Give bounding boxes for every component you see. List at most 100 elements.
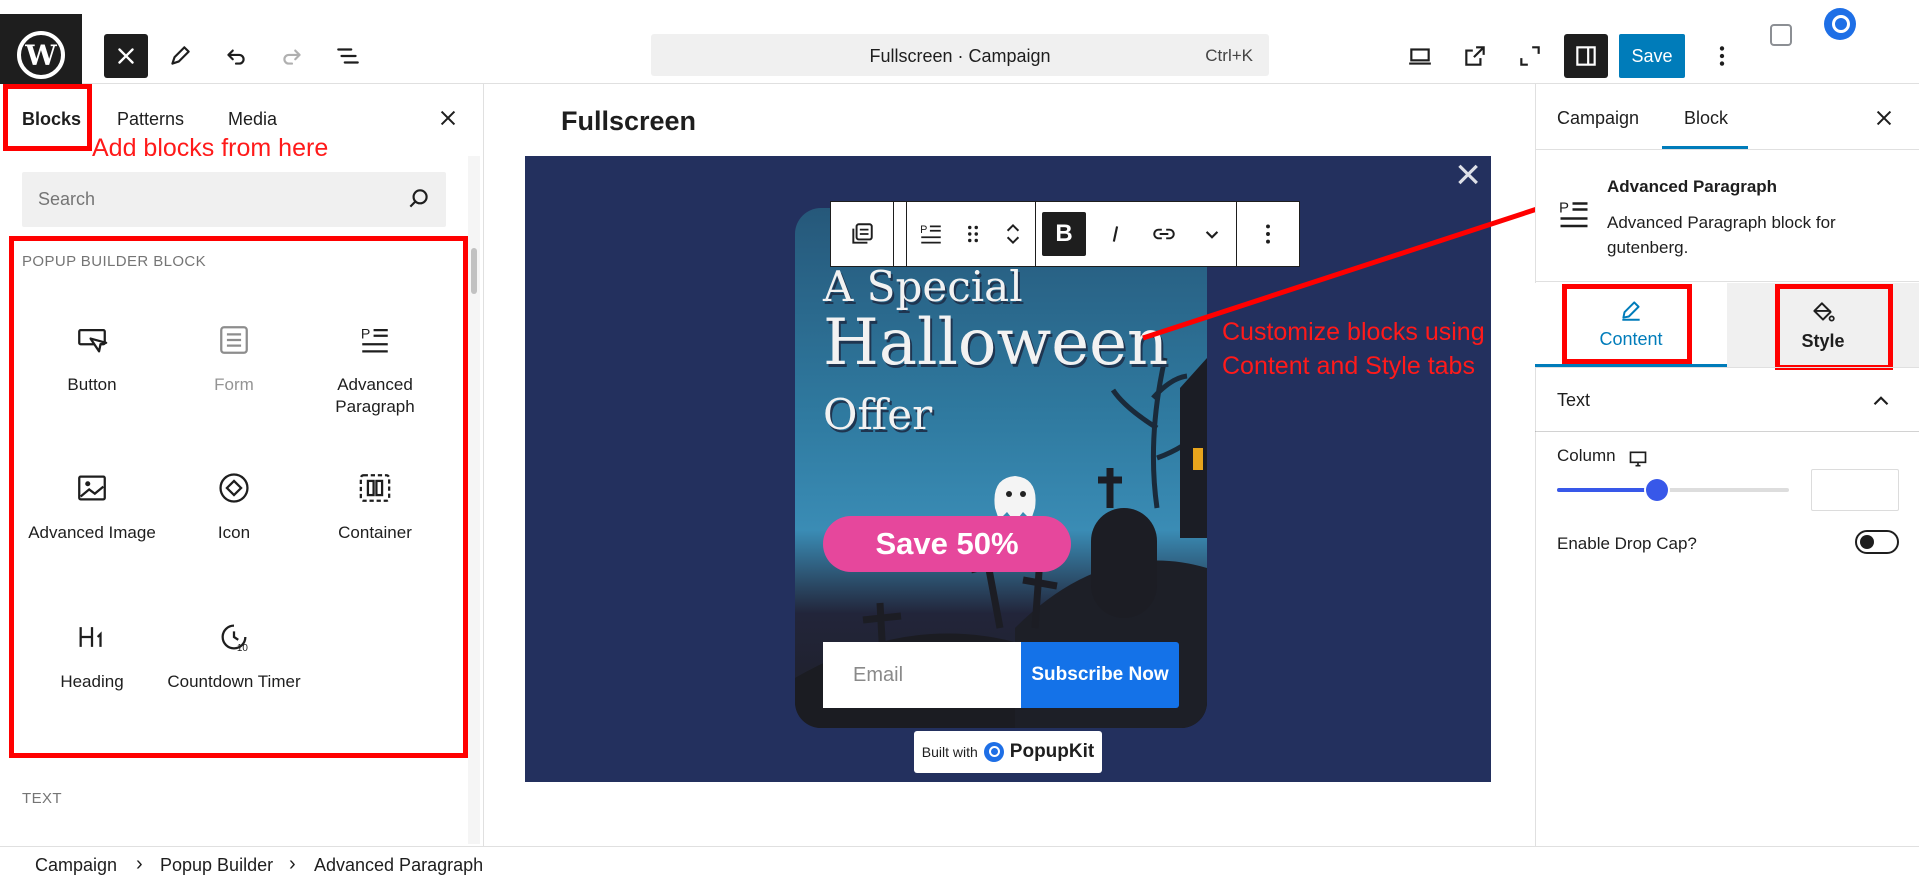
drag-handle[interactable] (955, 202, 991, 266)
parent-block-button[interactable] (831, 202, 893, 266)
breadcrumb-item-campaign[interactable]: Campaign (35, 855, 117, 876)
breadcrumb-item-popup-builder[interactable]: Popup Builder (160, 855, 273, 876)
italic-button[interactable] (1092, 202, 1140, 266)
preview-device-button[interactable] (1398, 34, 1442, 78)
editor-top-bar: W Fullscreen · Campaign Ctrl+K Save (0, 0, 1919, 96)
toggle-knob (1860, 535, 1874, 549)
command-palette-bar[interactable]: Fullscreen · Campaign Ctrl+K (651, 34, 1269, 76)
redo-button[interactable] (270, 34, 314, 78)
email-field[interactable] (823, 642, 1021, 708)
tab-campaign[interactable]: Campaign (1557, 108, 1639, 129)
sidebar-icon (1576, 46, 1596, 66)
inserter-scrollbar[interactable] (468, 156, 480, 844)
drag-handle-icon (968, 225, 978, 243)
document-overview-button[interactable] (326, 34, 370, 78)
tab-blocks[interactable]: Blocks (22, 109, 81, 130)
link-button[interactable] (1140, 202, 1188, 266)
undo-button[interactable] (214, 34, 258, 78)
slider-handle[interactable] (1645, 479, 1668, 501)
block-item-heading[interactable]: Heading (22, 617, 162, 693)
tab-patterns[interactable]: Patterns (117, 109, 184, 130)
block-search[interactable] (22, 172, 446, 227)
search-icon (409, 189, 428, 208)
popup-heading-line1[interactable]: A Special (823, 262, 1023, 311)
block-label: Button (67, 375, 117, 394)
block-item-advanced-paragraph[interactable]: P Advanced Paragraph (305, 320, 445, 418)
panel-title-text[interactable]: Text (1557, 390, 1590, 411)
chevron-up-icon[interactable] (1868, 388, 1894, 414)
block-item-button[interactable]: Button (22, 320, 162, 396)
close-icon (440, 110, 456, 126)
svg-text:P: P (361, 327, 370, 343)
save-button[interactable]: Save (1619, 34, 1685, 78)
column-slider[interactable] (1557, 479, 1789, 501)
breadcrumb: Campaign › Popup Builder › Advanced Para… (0, 846, 1919, 881)
svg-text:P: P (1559, 200, 1569, 217)
popup-heading-line3[interactable]: Offer (823, 390, 932, 439)
annotation-add-blocks: Add blocks from here (92, 134, 329, 162)
chevron-right-icon: › (289, 853, 296, 875)
document-title: Fullscreen · Campaign (869, 46, 1051, 66)
close-sidebar-button[interactable] (1870, 104, 1898, 132)
block-inserter-panel: Blocks Patterns Media POPUP BUILDER BLOC… (0, 84, 484, 846)
campaign-title[interactable]: Fullscreen (561, 106, 696, 137)
popup-heading-line2[interactable]: Halloween (823, 306, 1168, 380)
extension-checkbox-icon[interactable] (1770, 24, 1792, 46)
tools-button[interactable] (158, 34, 202, 78)
drop-cap-label: Enable Drop Cap? (1557, 534, 1697, 553)
svg-text:10: 10 (237, 643, 249, 654)
drop-cap-toggle[interactable] (1855, 530, 1899, 554)
block-item-icon[interactable]: Icon (164, 468, 304, 544)
search-input[interactable] (22, 172, 392, 227)
copy-block-icon (852, 223, 873, 244)
block-options-button[interactable] (1237, 202, 1299, 266)
block-item-form[interactable]: Form (164, 320, 304, 396)
popupkit-logo-icon (983, 742, 1004, 762)
email-input[interactable] (823, 642, 1021, 708)
options-menu-button[interactable] (1700, 34, 1744, 78)
popup-close-icon[interactable]: × (1455, 156, 1481, 200)
advanced-paragraph-icon: P (1559, 200, 1588, 228)
close-inserter-button[interactable] (104, 34, 148, 78)
more-vertical-icon (1266, 224, 1270, 244)
tab-content[interactable]: Content (1535, 283, 1727, 367)
column-number-input[interactable] (1811, 469, 1899, 511)
block-card-title: Advanced Paragraph (1607, 177, 1778, 196)
block-item-container[interactable]: Container (305, 468, 445, 544)
paint-bucket-icon (1813, 301, 1835, 322)
svg-text:P: P (920, 224, 927, 236)
image-icon (78, 475, 106, 501)
close-icon (118, 48, 134, 64)
built-with-label: Built with (921, 744, 978, 760)
more-vertical-icon (1719, 46, 1725, 66)
tab-block[interactable]: Block (1684, 108, 1728, 129)
close-inserter-panel-button[interactable] (434, 104, 462, 132)
block-item-countdown-timer[interactable]: 10 Countdown Timer (164, 617, 304, 693)
tab-style[interactable]: Style (1727, 283, 1919, 367)
block-label: Advanced Image (28, 523, 156, 542)
pencil-icon (1622, 301, 1640, 321)
breadcrumb-item-advanced-paragraph: Advanced Paragraph (314, 855, 484, 875)
settings-toggle-button[interactable] (1564, 34, 1608, 78)
popupkit-extension-icon[interactable] (1824, 8, 1856, 40)
built-with-badge[interactable]: Built with PopupKit (914, 731, 1102, 773)
fullscreen-button[interactable] (1508, 34, 1552, 78)
desktop-icon[interactable] (1628, 449, 1648, 469)
subscribe-button[interactable]: Subscribe Now (1021, 642, 1179, 708)
more-formatting-button[interactable] (1188, 202, 1236, 266)
move-up-down-button[interactable] (991, 202, 1035, 266)
category-label-popup-builder: POPUP BUILDER BLOCK (22, 253, 207, 270)
scrollbar-thumb[interactable] (471, 248, 477, 294)
block-card-description: Advanced Paragraph block for gutenberg. (1607, 213, 1836, 257)
countdown-timer-icon: 10 (221, 624, 249, 654)
tab-media[interactable]: Media (228, 109, 277, 130)
block-label: Countdown Timer (167, 672, 301, 691)
block-type-button[interactable]: P (907, 202, 955, 266)
expand-icon (1520, 46, 1540, 66)
block-label: Heading (60, 672, 124, 691)
annotation-customize-line1: Customize blocks using (1222, 318, 1485, 346)
save-badge[interactable]: Save 50% (823, 516, 1071, 572)
view-post-button[interactable] (1453, 34, 1497, 78)
block-item-advanced-image[interactable]: Advanced Image (22, 468, 162, 544)
bold-button[interactable]: B (1042, 212, 1086, 256)
